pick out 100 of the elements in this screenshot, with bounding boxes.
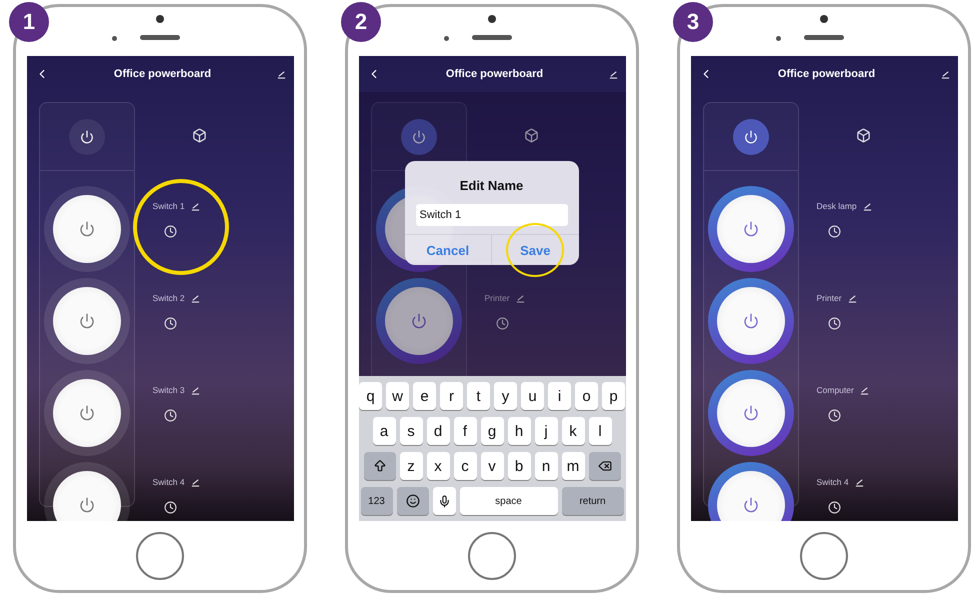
pencil-icon[interactable] [862, 202, 872, 210]
power-icon [78, 405, 94, 421]
cube-icon[interactable] [856, 128, 870, 143]
keyboard-key[interactable]: s [400, 417, 422, 445]
keyboard-key[interactable]: u [521, 382, 544, 410]
pencil-icon[interactable] [190, 386, 200, 394]
pencil-icon[interactable] [860, 386, 869, 394]
pencil-icon[interactable] [608, 70, 618, 78]
numbers-key[interactable]: 123 [360, 487, 392, 515]
return-key[interactable]: return [562, 487, 624, 515]
power-icon [410, 313, 426, 329]
pencil-icon[interactable] [276, 70, 286, 78]
microphone-icon [438, 494, 450, 508]
shift-key[interactable] [364, 452, 396, 480]
cube-icon[interactable] [192, 128, 206, 143]
timer-icon[interactable] [164, 501, 176, 514]
camera-dot [820, 15, 828, 23]
screen-title: Office powerboard [778, 68, 876, 80]
keyboard-key[interactable]: e [413, 382, 436, 410]
keyboard-key[interactable]: g [480, 417, 504, 445]
space-key[interactable]: space [460, 487, 558, 515]
speaker-slot [472, 35, 512, 40]
sensor-dot [444, 36, 449, 41]
keyboard-key[interactable]: d [426, 417, 450, 445]
switch-name: Switch 4 [816, 477, 849, 487]
keyboard-key[interactable]: p [602, 382, 625, 410]
keyboard-key[interactable]: t [467, 382, 490, 410]
switch-name: Switch 4 [152, 477, 185, 487]
switch-name: Printer [816, 293, 842, 303]
keyboard-key[interactable]: v [480, 452, 504, 480]
keyboard-key[interactable]: j [534, 417, 558, 445]
dialog-title: Edit Name [460, 178, 524, 193]
power-icon [742, 221, 758, 237]
keyboard-key[interactable]: i [548, 382, 571, 410]
name-field[interactable]: Switch 1 [416, 204, 568, 226]
keyboard-key[interactable]: o [575, 382, 598, 410]
home-button[interactable] [800, 532, 848, 580]
timer-icon[interactable] [164, 409, 176, 422]
switch-name: Computer [816, 385, 854, 395]
sensor-dot [112, 36, 117, 41]
home-button[interactable] [136, 532, 184, 580]
keyboard-key[interactable]: a [372, 417, 396, 445]
sensor-dot [776, 36, 781, 41]
keyboard-key[interactable]: m [562, 452, 584, 480]
emoji-key[interactable] [396, 487, 428, 515]
keyboard-key[interactable]: q [359, 382, 382, 410]
switch-name: Switch 3 [152, 385, 185, 395]
keyboard-key[interactable]: x [426, 452, 450, 480]
switch-name: Switch 1 [152, 201, 185, 211]
switch-name: Switch 2 [152, 293, 185, 303]
power-icon [744, 130, 758, 144]
backspace-key[interactable] [588, 452, 620, 480]
keyboard-key[interactable]: y [494, 382, 517, 410]
timer-icon[interactable] [164, 317, 176, 330]
keyboard-key[interactable]: l [588, 417, 612, 445]
timer-icon[interactable] [828, 501, 840, 514]
speaker-slot [804, 35, 844, 40]
step-number: 2 [341, 2, 381, 42]
pencil-icon[interactable] [516, 294, 525, 302]
camera-dot [156, 15, 164, 23]
timer-icon[interactable] [828, 409, 840, 422]
keyboard-key[interactable]: n [534, 452, 558, 480]
keyboard-key[interactable]: k [562, 417, 584, 445]
step-number: 1 [9, 2, 49, 42]
screen-title: Office powerboard [446, 68, 544, 80]
power-icon [412, 130, 426, 144]
switch-name: Desk lamp [816, 201, 857, 211]
cube-icon[interactable] [524, 128, 538, 143]
timer-icon[interactable] [828, 317, 840, 330]
power-icon [80, 130, 94, 144]
screen-title: Office powerboard [114, 68, 212, 80]
keyboard-key[interactable]: w [386, 382, 409, 410]
power-icon [742, 313, 758, 329]
keyboard-key[interactable]: h [508, 417, 530, 445]
keyboard-key[interactable]: b [508, 452, 530, 480]
timer-icon[interactable] [828, 225, 840, 238]
power-icon [742, 405, 758, 421]
keyboard-key[interactable]: f [454, 417, 476, 445]
master-power-button[interactable] [732, 118, 768, 154]
pencil-icon[interactable] [854, 478, 864, 486]
timer-icon[interactable] [164, 225, 176, 238]
pencil-icon[interactable] [190, 478, 200, 486]
keyboard-key[interactable]: z [400, 452, 422, 480]
pencil-icon[interactable] [190, 202, 200, 210]
power-icon [78, 221, 94, 237]
keyboard-key[interactable]: c [454, 452, 476, 480]
pencil-icon[interactable] [940, 70, 950, 78]
power-icon [78, 497, 94, 513]
power-icon [742, 497, 758, 513]
shift-icon [372, 459, 386, 473]
master-power-button[interactable] [400, 118, 436, 154]
keyboard-key[interactable]: r [440, 382, 463, 410]
home-button[interactable] [468, 532, 516, 580]
emoji-icon [406, 494, 420, 508]
master-power-button[interactable] [68, 118, 104, 154]
pencil-icon[interactable] [190, 294, 200, 302]
backspace-icon [598, 459, 612, 473]
microphone-key[interactable] [432, 487, 456, 515]
step-number: 3 [673, 2, 713, 42]
pencil-icon[interactable] [848, 294, 857, 302]
